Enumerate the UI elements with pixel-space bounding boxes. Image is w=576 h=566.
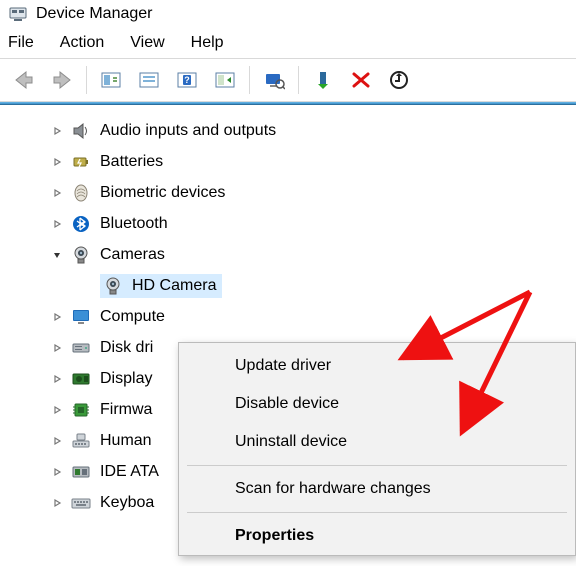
update-driver-button[interactable]	[381, 63, 417, 97]
fingerprint-icon	[70, 182, 92, 204]
speaker-icon	[70, 120, 92, 142]
show-hidden-button[interactable]	[93, 63, 129, 97]
menu-file[interactable]: File	[8, 34, 34, 52]
chevron-right-icon[interactable]	[50, 434, 64, 448]
tree-item-label: Human	[100, 433, 152, 449]
chevron-right-icon[interactable]	[50, 124, 64, 138]
tree-row[interactable]: Cameras	[0, 239, 576, 270]
toolbar-divider	[249, 66, 250, 94]
scan-button[interactable]	[207, 63, 243, 97]
tree-item-label: Batteries	[100, 154, 163, 170]
menu-bar: File Action View Help	[0, 30, 576, 58]
tree-row[interactable]: Biometric devices	[0, 177, 576, 208]
chevron-down-icon[interactable]	[50, 248, 64, 262]
window-title: Device Manager	[36, 5, 153, 23]
tree-item-label: Audio inputs and outputs	[100, 123, 276, 139]
tree-item-label: Cameras	[100, 247, 165, 263]
uninstall-device-button[interactable]	[343, 63, 379, 97]
back-button[interactable]	[6, 63, 42, 97]
properties-button[interactable]	[131, 63, 167, 97]
tree-row[interactable]: Bluetooth	[0, 208, 576, 239]
menu-action[interactable]: Action	[60, 34, 104, 52]
tree-item-label: Biometric devices	[100, 185, 225, 201]
tree-item-label: HD Camera	[132, 278, 216, 294]
bluetooth-icon	[70, 213, 92, 235]
help-button[interactable]: ?	[169, 63, 205, 97]
chevron-right-icon[interactable]	[50, 403, 64, 417]
svg-text:?: ?	[184, 75, 190, 85]
chevron-right-icon[interactable]	[50, 217, 64, 231]
toolbar: ?	[0, 58, 576, 102]
camera-icon	[102, 275, 124, 297]
device-manager-icon	[8, 4, 28, 24]
context-menu-separator	[187, 512, 567, 513]
chevron-right-icon[interactable]	[50, 465, 64, 479]
hid-icon	[70, 430, 92, 452]
chevron-right-icon[interactable]	[50, 186, 64, 200]
context-menu-item[interactable]: Uninstall device	[179, 423, 575, 461]
chevron-right-icon[interactable]	[50, 155, 64, 169]
monitor-icon	[70, 306, 92, 328]
battery-icon	[70, 151, 92, 173]
tree-row[interactable]: HD Camera	[0, 270, 576, 301]
chevron-right-icon[interactable]	[50, 496, 64, 510]
gpu-icon	[70, 368, 92, 390]
tree-item-label: Disk dri	[100, 340, 153, 356]
chevron-right-icon[interactable]	[50, 372, 64, 386]
enable-device-button[interactable]	[305, 63, 341, 97]
context-menu-item[interactable]: Update driver	[179, 347, 575, 385]
menu-help[interactable]: Help	[191, 34, 224, 52]
forward-button[interactable]	[44, 63, 80, 97]
context-menu-item[interactable]: Disable device	[179, 385, 575, 423]
context-menu-item[interactable]: Properties	[179, 517, 575, 555]
keyboard-icon	[70, 492, 92, 514]
chevron-right-icon[interactable]	[50, 341, 64, 355]
context-menu-item[interactable]: Scan for hardware changes	[179, 470, 575, 508]
context-menu: Update driverDisable deviceUninstall dev…	[178, 342, 576, 556]
tree-item-label: Display	[100, 371, 152, 387]
drive-icon	[70, 337, 92, 359]
title-bar: Device Manager	[0, 0, 576, 30]
context-menu-separator	[187, 465, 567, 466]
toolbar-divider	[86, 66, 87, 94]
menu-view[interactable]: View	[130, 34, 164, 52]
tree-item-label: IDE ATA	[100, 464, 159, 480]
tree-item-label: Firmwa	[100, 402, 152, 418]
tree-row[interactable]: Batteries	[0, 146, 576, 177]
chip-icon	[70, 399, 92, 421]
tree-row[interactable]: Audio inputs and outputs	[0, 115, 576, 146]
toolbar-divider	[298, 66, 299, 94]
scan-hardware-button[interactable]	[256, 63, 292, 97]
selected-item[interactable]: HD Camera	[100, 274, 222, 298]
tree-item-label: Compute	[100, 309, 165, 325]
tree-item-label: Keyboa	[100, 495, 154, 511]
tree-row[interactable]: Compute	[0, 301, 576, 332]
tree-item-label: Bluetooth	[100, 216, 168, 232]
camera-icon	[70, 244, 92, 266]
ide-icon	[70, 461, 92, 483]
chevron-right-icon[interactable]	[50, 310, 64, 324]
